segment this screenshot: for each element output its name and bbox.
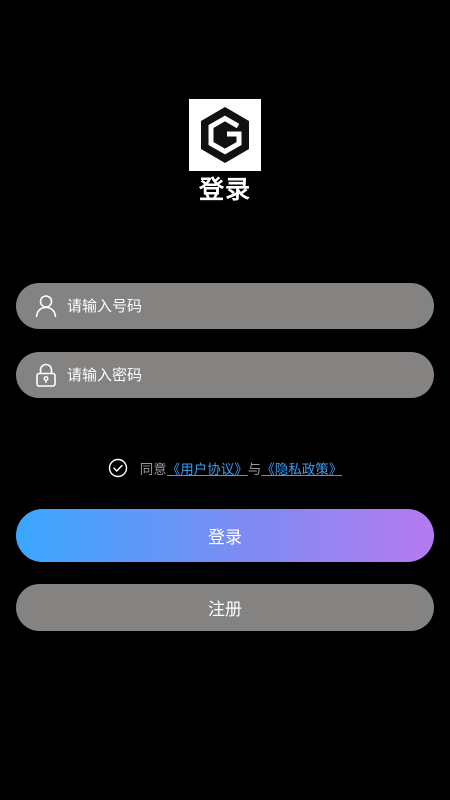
check-circle-icon xyxy=(108,458,127,478)
lock-icon xyxy=(35,363,57,387)
hexagon-g-logo-icon xyxy=(201,107,249,163)
agreement-prefix: 同意 xyxy=(139,462,167,478)
page-title: 登录 xyxy=(198,175,251,204)
agreement-conjunction: 与 xyxy=(247,462,262,478)
phone-field[interactable] xyxy=(16,283,434,329)
password-input[interactable] xyxy=(67,352,414,398)
password-field[interactable] xyxy=(16,352,434,398)
user-agreement-link[interactable]: 《用户协议》 xyxy=(167,458,248,478)
login-screen: 登录 同意 《用户协议》 与 xyxy=(0,0,450,800)
user-icon xyxy=(35,294,57,318)
phone-input[interactable] xyxy=(67,283,414,329)
privacy-policy-link[interactable]: 《隐私政策》 xyxy=(261,458,342,478)
login-button[interactable]: 登录 xyxy=(16,509,434,562)
register-button[interactable]: 注册 xyxy=(16,584,434,631)
agreement-row: 同意 《用户协议》 与 《隐私政策》 xyxy=(0,456,450,480)
app-logo xyxy=(189,99,261,171)
agreement-checkbox[interactable] xyxy=(108,458,128,478)
